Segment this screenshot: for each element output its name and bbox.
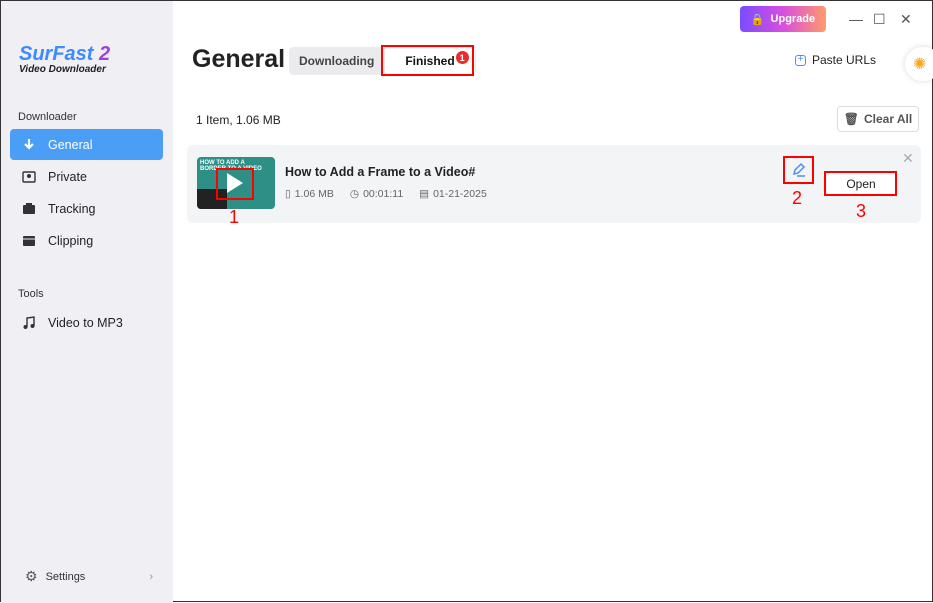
lock-icon: 🔒 [750,13,765,26]
sidebar-item-clipping[interactable]: Clipping [10,225,163,256]
gear-icon: ⚙ [25,568,38,584]
remove-item-button[interactable]: ✕ [902,150,914,167]
calendar-icon: ▤ [419,188,430,200]
logo: SurFast 2 Video Downloader [19,43,110,75]
close-window-button[interactable]: ✕ [900,11,912,28]
tab-bar: Downloading Finished 1 [289,47,476,75]
page-title: General [192,45,286,73]
list-item: HOW TO ADD A BORDER TO A VIDEO How to Ad… [187,145,921,223]
sidebar-item-tracking[interactable]: Tracking [10,193,163,224]
logo-text: SurFast [19,43,94,65]
tab-downloading[interactable]: Downloading [289,47,384,75]
video-title: How to Add a Frame to a Video# [285,165,476,179]
video-thumbnail[interactable]: HOW TO ADD A BORDER TO A VIDEO [197,157,275,209]
sidebar-item-label: Video to MP3 [48,315,123,330]
paste-urls-button[interactable]: + Paste URLs [795,53,876,67]
music-icon [23,315,35,329]
edit-icon [792,162,806,177]
clear-all-label: Clear All [863,112,913,126]
tab-label: Finished [405,54,455,68]
open-label: Open [846,177,876,191]
sidebar-item-private[interactable]: Private [10,161,163,192]
sidebar-item-label: Tracking [48,201,96,216]
sidebar-item-label: General [48,137,93,152]
tracking-icon [23,202,35,214]
count-badge: 1 [455,51,469,64]
settings-label: Settings [45,570,86,583]
duration: ◷ 00:01:11 [349,188,404,200]
file-icon: ▯ [285,188,291,200]
maximize-button[interactable]: ☐ [873,11,886,28]
paste-label: Paste URLs [812,53,877,67]
thumbnail-text: HOW TO ADD A BORDER TO A VIDEO [200,160,262,172]
lightbulb-button[interactable]: ✺ [905,47,933,81]
tab-label: Downloading [299,54,375,68]
sidebar-item-label: Clipping [48,233,94,248]
edit-button[interactable] [791,162,807,183]
item-summary: 1 Item, 1.06 MB [196,113,281,127]
sidebar: SurFast 2 Video Downloader Downloader Ge… [1,1,173,603]
download-icon [24,138,34,150]
private-icon [22,170,36,183]
minimize-button[interactable]: — [849,11,863,27]
open-button[interactable]: Open [827,173,895,195]
clipping-icon [23,235,35,246]
upgrade-button[interactable]: 🔒 Upgrade [740,6,826,32]
chevron-right-icon: › [149,570,153,583]
lightbulb-icon: ✺ [913,56,927,73]
tab-finished[interactable]: Finished 1 [385,48,475,74]
sidebar-item-general[interactable]: General [10,129,163,160]
sidebar-item-video-to-mp3[interactable]: Video to MP3 [10,307,163,338]
upgrade-label: Upgrade [770,13,816,25]
trash-icon: 🗑 [843,112,859,126]
section-downloader: Downloader [18,111,77,123]
settings-button[interactable]: ⚙ Settings › [25,568,153,585]
sidebar-item-label: Private [48,169,87,184]
clear-all-button[interactable]: 🗑 Clear All [837,106,919,132]
clock-icon: ◷ [349,188,360,200]
logo-number: 2 [99,43,111,65]
plus-icon: + [795,54,806,66]
play-icon[interactable] [227,173,243,193]
section-tools: Tools [18,288,44,300]
date: ▤ 01-21-2025 [419,188,487,200]
logo-subtitle: Video Downloader [19,64,106,75]
file-size: ▯ 1.06 MB [285,188,334,200]
